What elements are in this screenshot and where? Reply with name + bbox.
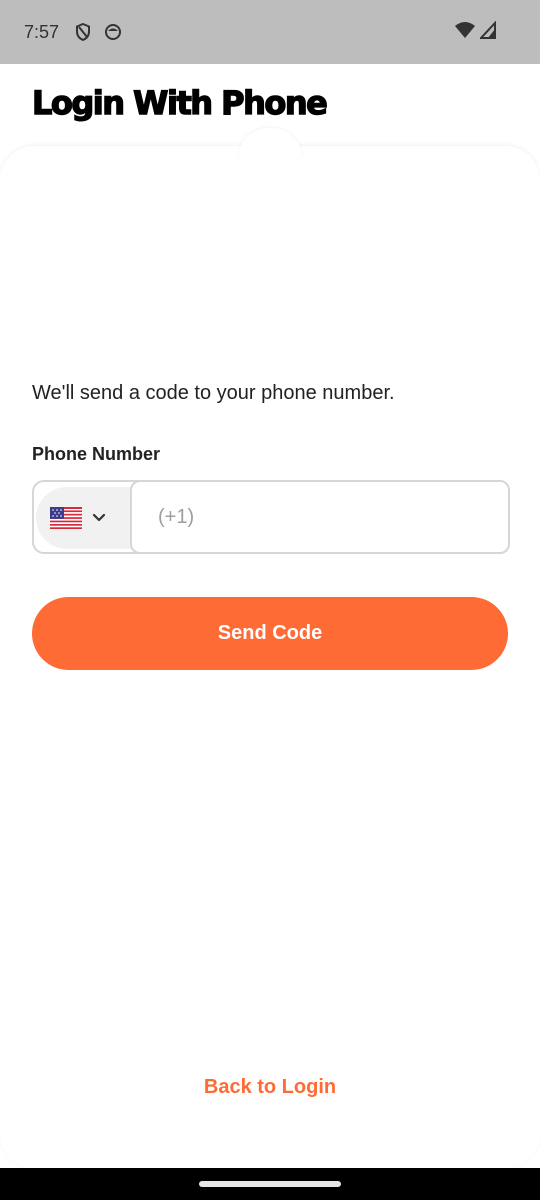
phone-number-label: Phone Number <box>32 444 161 464</box>
status-time: 7:57 <box>24 21 60 42</box>
back-to-login-link[interactable]: Back to Login <box>0 1076 540 1099</box>
send-code-button[interactable]: Send Code <box>32 597 508 670</box>
us-flag-icon <box>50 507 82 529</box>
chevron-down-icon <box>92 513 106 523</box>
signal-icon <box>478 19 496 44</box>
wifi-icon <box>454 21 476 44</box>
card-notch <box>238 128 302 158</box>
face-icon <box>103 22 123 42</box>
status-bar: 7:57 <box>0 0 540 64</box>
phone-number-field <box>32 480 510 554</box>
page-title: Login With Phone <box>31 83 328 122</box>
country-code-picker[interactable] <box>36 487 132 549</box>
home-indicator[interactable] <box>199 1181 341 1187</box>
shield-icon <box>73 22 93 42</box>
instruction-text: We'll send a code to your phone number. <box>32 382 395 404</box>
phone-number-input[interactable] <box>130 480 510 554</box>
